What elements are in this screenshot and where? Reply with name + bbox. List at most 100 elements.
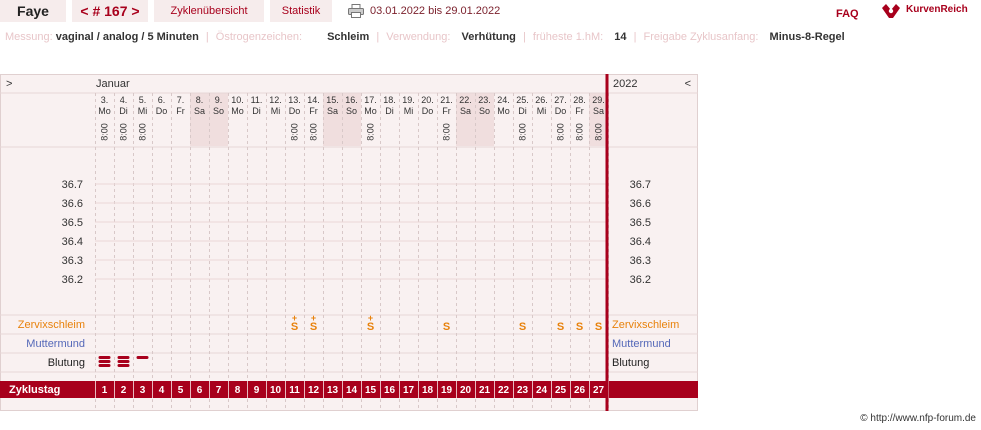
day-weekday: Do: [289, 106, 301, 116]
day-date: 23.: [478, 95, 491, 105]
cycle-day-number: 10: [270, 385, 282, 396]
info-value-cycle-start: Minus-8-Regel: [769, 31, 845, 43]
kurvenreich-logo[interactable]: KurvenReich: [880, 2, 978, 20]
day-date: 27.: [554, 95, 567, 105]
row-label-mucus: Zervixschleim: [18, 319, 85, 331]
cycle-day-number: 8: [235, 385, 241, 396]
cycle-day-number: 15: [365, 385, 377, 396]
cycle-day-number: 26: [574, 385, 586, 396]
measurement-time: 8:00: [518, 123, 528, 141]
temperature-label-right: 36.3: [630, 255, 651, 267]
row-label-bleeding-right: Blutung: [612, 357, 649, 369]
cycle-number-nav[interactable]: < # 167 >: [72, 0, 148, 22]
nav-prev-arrow[interactable]: >: [6, 78, 12, 90]
day-date: 24.: [497, 95, 510, 105]
day-weekday: Do: [156, 106, 168, 116]
cycle-day-number: 21: [479, 385, 491, 396]
measurement-time: 8:00: [575, 123, 585, 141]
cycle-day-number: 2: [121, 385, 127, 396]
bleeding-mark[interactable]: [98, 364, 111, 367]
temperature-label-right: 36.5: [630, 217, 651, 229]
printer-icon[interactable]: [348, 4, 364, 18]
cycle-day-number: 18: [422, 385, 434, 396]
day-date: 15.: [326, 95, 339, 105]
temperature-label-right: 36.7: [630, 179, 651, 191]
bleeding-mark[interactable]: [117, 356, 130, 359]
row-label-cervix: Muttermund: [26, 338, 85, 350]
bleeding-mark[interactable]: [136, 356, 149, 359]
info-separator: |: [633, 31, 637, 43]
info-value-earliest-hm: 14: [614, 31, 627, 43]
mucus-symbol[interactable]: S: [576, 321, 583, 333]
day-date: 14.: [307, 95, 320, 105]
day-date: 10.: [231, 95, 244, 105]
day-weekday: Mo: [364, 106, 377, 116]
cycle-day-number: 3: [140, 385, 146, 396]
day-date: 16.: [345, 95, 358, 105]
measurement-time: 8:00: [309, 123, 319, 141]
day-weekday: Mo: [231, 106, 244, 116]
date-range: 03.01.2022 bis 29.01.2022: [370, 5, 501, 17]
bleeding-mark[interactable]: [117, 360, 130, 363]
cycle-day-number: 6: [197, 385, 203, 396]
day-weekday: So: [346, 106, 357, 116]
info-label-cycle-start: Freigabe Zyklusanfang:: [643, 31, 759, 43]
cycle-day-number: 16: [384, 385, 396, 396]
mucus-symbol[interactable]: S: [557, 321, 564, 333]
cycle-day-number: 22: [498, 385, 510, 396]
cycle-day-number: 14: [346, 385, 358, 396]
info-separator: |: [522, 31, 526, 43]
day-date: 25.: [516, 95, 529, 105]
measurement-time: 8:00: [556, 123, 566, 141]
logo-icon: [882, 4, 900, 18]
day-date: 3.: [101, 95, 109, 105]
day-date: 6.: [158, 95, 166, 105]
cycle-day-number: 11: [289, 385, 300, 396]
measurement-time: 8:00: [138, 123, 148, 141]
faq-link[interactable]: FAQ: [836, 8, 859, 20]
measurement-time: 8:00: [442, 123, 452, 141]
user-name-tab[interactable]: Faye: [0, 0, 66, 22]
day-date: 17.: [364, 95, 377, 105]
cycle-day-number: 4: [159, 385, 165, 396]
day-weekday: Sa: [460, 106, 471, 116]
cycle-day-number: 23: [517, 385, 529, 396]
day-weekday: Mo: [98, 106, 111, 116]
cycle-day-number: 12: [308, 385, 320, 396]
day-weekday: Di: [385, 106, 394, 116]
day-weekday: Mi: [404, 106, 414, 116]
day-date: 21.: [440, 95, 453, 105]
day-weekday: Mi: [271, 106, 281, 116]
mucus-symbol[interactable]: S: [595, 321, 602, 333]
tab-cycle-overview[interactable]: Zyklenübersicht: [154, 0, 264, 22]
bleeding-mark[interactable]: [117, 364, 130, 367]
info-label-measurement: Messung:: [5, 31, 53, 43]
cycle-day-number: 25: [555, 385, 567, 396]
cycle-info-bar: Messung: vaginal / analog / 5 Minuten | …: [5, 31, 845, 43]
mucus-plus-marker: +: [368, 313, 373, 323]
day-weekday: Mo: [497, 106, 510, 116]
mucus-symbol[interactable]: S: [443, 321, 450, 333]
day-date: 20.: [421, 95, 434, 105]
day-weekday: Fr: [309, 106, 318, 116]
tab-statistics[interactable]: Statistik: [270, 0, 332, 22]
day-weekday: Fr: [575, 106, 584, 116]
info-label-estrogen: Östrogenzeichen:: [215, 31, 302, 43]
top-bar: Faye < # 167 > Zyklenübersicht Statistik…: [0, 0, 981, 24]
mucus-symbol[interactable]: S: [519, 321, 526, 333]
day-weekday: Do: [422, 106, 434, 116]
cycle-day-number: 24: [536, 385, 548, 396]
mucus-plus-marker: +: [311, 313, 316, 323]
measurement-time: 8:00: [119, 123, 129, 141]
day-weekday: Do: [555, 106, 567, 116]
bleeding-mark[interactable]: [98, 356, 111, 359]
nav-next-arrow[interactable]: <: [685, 78, 691, 90]
bleeding-mark[interactable]: [98, 360, 111, 363]
day-date: 19.: [402, 95, 415, 105]
measurement-time: 8:00: [100, 123, 110, 141]
temperature-label-left: 36.3: [62, 255, 83, 267]
day-weekday: Di: [518, 106, 527, 116]
day-weekday: Sa: [327, 106, 338, 116]
day-weekday: Sa: [593, 106, 604, 116]
cycle-day-number: 13: [327, 385, 339, 396]
